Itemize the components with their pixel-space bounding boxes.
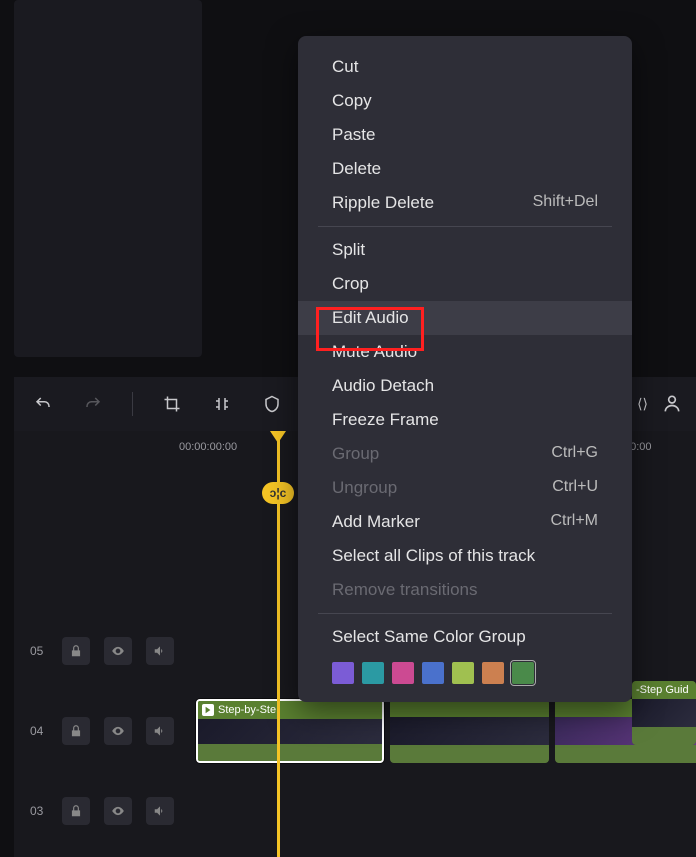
color-swatches bbox=[298, 654, 632, 688]
menu-select-color-group[interactable]: Select Same Color Group bbox=[298, 620, 632, 654]
video-clip[interactable] bbox=[390, 699, 549, 763]
menu-select-all-track[interactable]: Select all Clips of this track bbox=[298, 539, 632, 573]
menu-group: GroupCtrl+G bbox=[298, 437, 632, 471]
menu-split[interactable]: Split bbox=[298, 233, 632, 267]
menu-delete[interactable]: Delete bbox=[298, 152, 632, 186]
menu-mute-audio[interactable]: Mute Audio bbox=[298, 335, 632, 369]
color-swatch-magenta[interactable] bbox=[392, 662, 414, 684]
menu-edit-audio[interactable]: Edit Audio bbox=[298, 301, 632, 335]
split-button[interactable] bbox=[211, 393, 233, 415]
menu-separator bbox=[318, 226, 612, 227]
menu-copy[interactable]: Copy bbox=[298, 84, 632, 118]
redo-button[interactable] bbox=[82, 393, 104, 415]
color-swatch-orange[interactable] bbox=[482, 662, 504, 684]
mute-button[interactable] bbox=[146, 717, 174, 745]
mute-button[interactable] bbox=[146, 637, 174, 665]
menu-audio-detach[interactable]: Audio Detach bbox=[298, 369, 632, 403]
split-badge-icon[interactable]: ɔ¦c bbox=[262, 482, 294, 504]
track-row-04: 04 Step-by-Ste bbox=[14, 691, 696, 771]
video-clip-selected[interactable]: Step-by-Ste bbox=[196, 699, 384, 763]
visibility-button[interactable] bbox=[104, 797, 132, 825]
menu-ungroup: UngroupCtrl+U bbox=[298, 471, 632, 505]
visibility-button[interactable] bbox=[104, 637, 132, 665]
expand-icon[interactable]: ⟨⟩ bbox=[637, 396, 648, 413]
preview-panel bbox=[14, 0, 202, 357]
color-swatch-lime[interactable] bbox=[452, 662, 474, 684]
lock-button[interactable] bbox=[62, 637, 90, 665]
menu-crop[interactable]: Crop bbox=[298, 267, 632, 301]
track-number: 03 bbox=[30, 804, 48, 818]
menu-remove-transitions: Remove transitions bbox=[298, 573, 632, 607]
visibility-button[interactable] bbox=[104, 717, 132, 745]
menu-freeze-frame[interactable]: Freeze Frame bbox=[298, 403, 632, 437]
menu-separator bbox=[318, 613, 612, 614]
track-number: 05 bbox=[30, 644, 48, 658]
track-row-03: 03 bbox=[14, 771, 696, 851]
menu-ripple-delete[interactable]: Ripple DeleteShift+Del bbox=[298, 186, 632, 220]
color-swatch-teal[interactable] bbox=[362, 662, 384, 684]
user-icon[interactable] bbox=[662, 393, 684, 415]
toolbar-divider bbox=[132, 392, 133, 416]
clip-title: -Step Guid bbox=[636, 684, 689, 696]
color-swatch-blue[interactable] bbox=[422, 662, 444, 684]
lock-button[interactable] bbox=[62, 717, 90, 745]
context-menu: Cut Copy Paste Delete Ripple DeleteShift… bbox=[298, 36, 632, 702]
timecode: 00:00:00:00 bbox=[179, 441, 237, 453]
video-clip-partial[interactable]: -Step Guid bbox=[632, 681, 696, 745]
track-number: 04 bbox=[30, 724, 48, 738]
play-icon bbox=[202, 704, 214, 716]
mute-button[interactable] bbox=[146, 797, 174, 825]
menu-add-marker[interactable]: Add MarkerCtrl+M bbox=[298, 505, 632, 539]
crop-button[interactable] bbox=[161, 393, 183, 415]
color-swatch-green[interactable] bbox=[512, 662, 534, 684]
clip-title: Step-by-Ste bbox=[218, 704, 276, 716]
playhead[interactable]: ɔ¦c bbox=[277, 0, 280, 857]
color-swatch-purple[interactable] bbox=[332, 662, 354, 684]
menu-cut[interactable]: Cut bbox=[298, 50, 632, 84]
menu-paste[interactable]: Paste bbox=[298, 118, 632, 152]
lock-button[interactable] bbox=[62, 797, 90, 825]
undo-button[interactable] bbox=[32, 393, 54, 415]
